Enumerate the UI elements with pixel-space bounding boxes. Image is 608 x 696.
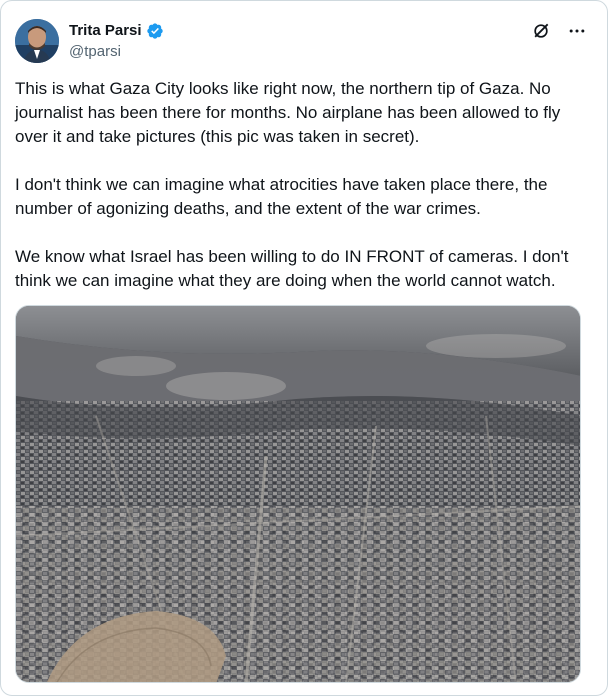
tweet-header: Trita Parsi @tparsi [15,15,593,67]
tweet-text: This is what Gaza City looks like right … [15,77,590,317]
handle[interactable]: @tparsi [69,42,164,62]
author-names: Trita Parsi @tparsi [69,21,164,62]
tweet-paragraph: I don't think we can imagine what atroci… [15,175,548,218]
more-icon[interactable] [567,21,587,41]
user-avatar-icon [15,19,59,63]
aerial-city-photo [16,306,580,682]
header-actions [531,21,587,41]
grok-icon[interactable] [531,21,551,41]
tweet-photo[interactable] [15,305,581,683]
tweet-paragraph: We know what Israel has been willing to … [15,247,569,290]
verified-badge-icon [146,22,164,40]
name-row: Trita Parsi [69,21,164,41]
tweet-paragraph: This is what Gaza City looks like right … [15,79,561,146]
tweet-card: Trita Parsi @tparsi This is what Gaza Ci… [0,0,608,696]
display-name[interactable]: Trita Parsi [69,21,142,41]
avatar[interactable] [15,19,59,63]
